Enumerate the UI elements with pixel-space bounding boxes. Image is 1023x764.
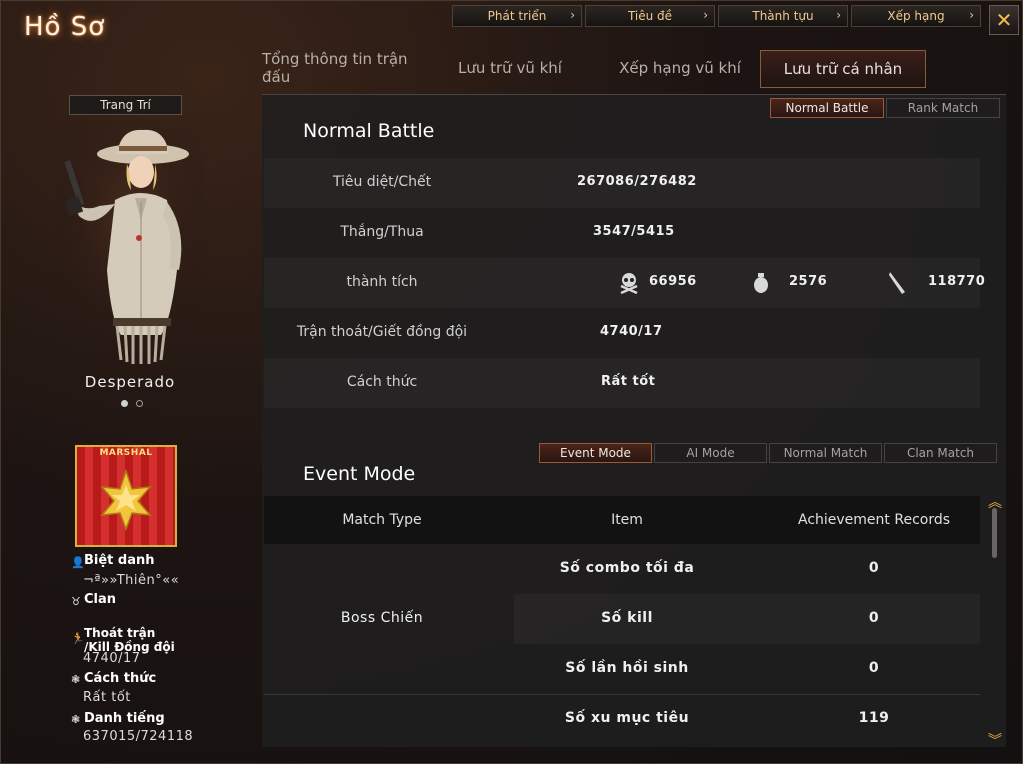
match-type-cell: Boss Chiến [340, 610, 424, 626]
item-cell: Số combo tối đa [559, 560, 695, 576]
star-icon [100, 468, 152, 532]
grenade-icon [754, 273, 768, 293]
carousel-dot[interactable] [136, 400, 143, 407]
topnav-title[interactable]: Tiêu đề › [585, 5, 715, 27]
stat-row-kd: Tiêu diệt/Chết 267086/276482 [264, 158, 980, 208]
topnav-development[interactable]: Phát triển › [452, 5, 582, 27]
knife-icon [889, 272, 905, 294]
close-icon: ✕ [995, 8, 1013, 32]
stat-label: Cách thức [346, 374, 418, 390]
stat-label: Trận thoát/Giết đồng đội [296, 324, 468, 340]
tab-rank-match[interactable]: Rank Match [886, 98, 1000, 118]
stat-row-style: Cách thức Rất tốt [264, 358, 980, 408]
fame-value: 637015/724118 [83, 729, 194, 744]
tab-personal-records[interactable]: Lưu trữ cá nhân [760, 50, 926, 88]
nickname-label: Biệt danh [84, 553, 155, 568]
tab-weapon-records[interactable]: Lưu trữ vũ khí [448, 50, 572, 86]
character-name: Desperado [84, 373, 176, 391]
decorate-button[interactable]: Trang Trí [69, 95, 182, 115]
mode-tabs: Normal Battle Rank Match [770, 98, 1000, 118]
topnav-label: Tiêu đề [627, 9, 673, 23]
record-cell: 119 [858, 710, 890, 726]
tab-normal-battle[interactable]: Normal Battle [770, 98, 884, 118]
tab-weapon-ranking[interactable]: Xếp hạng vũ khí [612, 50, 748, 86]
stat-value: 267086/276482 [577, 174, 697, 189]
scroll-down-icon[interactable]: ︾ [988, 730, 1002, 750]
clan-icon: ♉ [71, 595, 81, 608]
style-label: Cách thức [84, 671, 157, 686]
column-header: Item [611, 512, 643, 528]
rank-label: MARSHAL [99, 448, 153, 458]
item-cell: Số lần hồi sinh [565, 660, 689, 676]
stat-label: Thắng/Thua [340, 224, 424, 240]
tab-event-mode[interactable]: Event Mode [539, 443, 652, 463]
user-icon: 👤 [71, 556, 85, 569]
grenade-value: 2576 [789, 274, 828, 289]
clan-label: Clan [84, 592, 117, 607]
table-header: Match Type Item Achievement Records [264, 496, 980, 544]
fame-label: Danh tiếng [84, 711, 165, 726]
top-nav: Phát triển › Tiêu đề › Thành tựu › Xếp hạng… [452, 5, 981, 27]
tab-clan-match[interactable]: Clan Match [884, 443, 997, 463]
event-mode-title: Event Mode [303, 463, 416, 485]
column-header: Achievement Records [797, 512, 951, 528]
tab-ai-mode[interactable]: AI Mode [654, 443, 767, 463]
stat-label: Tiêu diệt/Chết [332, 174, 432, 190]
event-tabs: Event Mode AI Mode Normal Match Clan Mat… [539, 443, 997, 463]
stat-row-escape: Trận thoát/Giết đồng đội 4740/17 [264, 308, 980, 358]
escape-value: 4740/17 [83, 651, 141, 666]
topnav-achievements[interactable]: Thành tựu › [718, 5, 848, 27]
record-cell: 0 [868, 610, 880, 626]
item-cell: Số kill [601, 610, 653, 626]
carousel-dot-active[interactable] [121, 400, 128, 407]
record-cell: 0 [868, 560, 880, 576]
escape-label-1: Thoát trận [84, 626, 156, 640]
headshot-value: 66956 [649, 274, 697, 289]
stat-value: 4740/17 [600, 324, 663, 339]
topnav-label: Phát triển [487, 9, 547, 23]
topnav-ranking[interactable]: Xếp hạng › [851, 5, 981, 27]
knife-value: 118770 [928, 274, 986, 289]
scrollbar-thumb[interactable] [992, 508, 997, 558]
tab-match-summary[interactable]: Tổng thông tin trận đấu [262, 50, 428, 86]
record-cell: 0 [868, 660, 880, 676]
fame-icon: ❃ [71, 713, 81, 726]
normal-battle-title: Normal Battle [303, 120, 435, 142]
stat-label: thành tích [346, 274, 418, 290]
stat-value: 3547/5415 [593, 224, 675, 239]
topnav-label: Xếp hạng [887, 9, 945, 23]
style-icon: ❃ [71, 673, 81, 686]
topnav-label: Thành tựu [752, 9, 814, 23]
rank-badge: MARSHAL [75, 445, 177, 547]
chevron-right-icon: › [703, 8, 708, 22]
chevron-right-icon: › [570, 8, 575, 22]
nickname-value: ¬ª»»Thiên°«« [83, 573, 180, 588]
character-portrait [55, 120, 205, 370]
main-tabs: Tổng thông tin trận đấu Lưu trữ vũ khí X… [262, 50, 942, 88]
escape-icon: 🏃 [71, 632, 85, 645]
style-value: Rất tốt [83, 690, 131, 705]
chevron-right-icon: › [836, 8, 841, 22]
stat-row-wl: Thắng/Thua 3547/5415 [264, 208, 980, 258]
tab-normal-match[interactable]: Normal Match [769, 443, 882, 463]
chevron-right-icon: › [969, 8, 974, 22]
stat-row-achievement: thành tích 66956 2576 118770 [264, 258, 985, 308]
column-header: Match Type [342, 512, 422, 528]
skull-icon [620, 273, 638, 294]
item-cell: Số xu mục tiêu [564, 710, 690, 726]
close-button[interactable]: ✕ [989, 5, 1019, 35]
window-title: Hồ Sơ [24, 12, 106, 42]
stat-value: Rất tốt [601, 374, 656, 389]
